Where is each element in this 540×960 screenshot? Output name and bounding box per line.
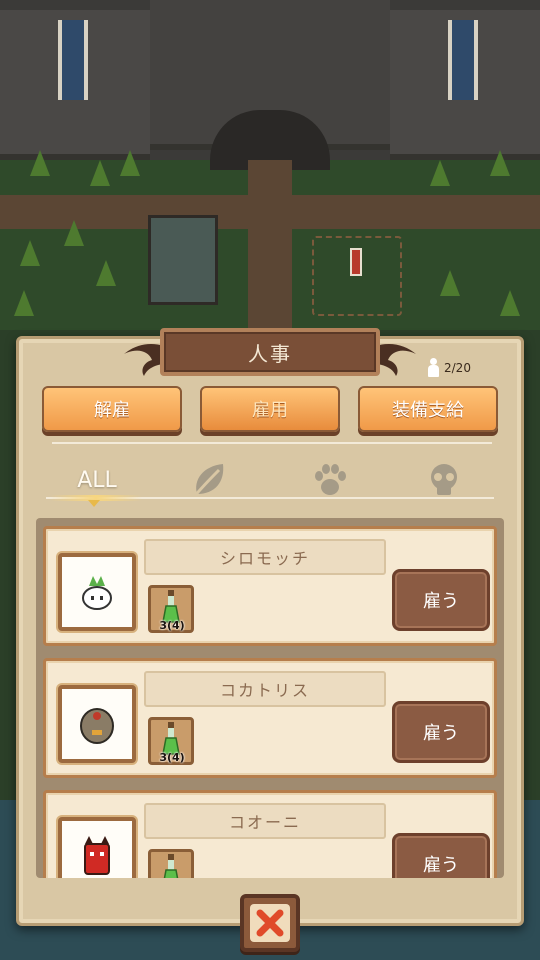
village-house <box>148 215 218 305</box>
person-icon <box>426 358 440 378</box>
monster-portrait <box>58 685 136 763</box>
monster-portrait <box>58 817 136 878</box>
white-mochi-icon <box>82 576 112 610</box>
tabs-divider <box>52 442 492 444</box>
hire-button[interactable]: 雇う <box>392 569 490 631</box>
monster-name: コカトリス <box>144 671 386 707</box>
dialog-title: 人事 <box>160 328 380 376</box>
staff-count: 2/20 <box>444 361 471 375</box>
close-button[interactable] <box>240 894 300 952</box>
filter-undead[interactable] <box>422 458 466 502</box>
item-count: 3(4) <box>159 619 185 632</box>
potion-bottle-icon <box>163 854 179 878</box>
filter-beast[interactable] <box>308 458 352 502</box>
filter-plant[interactable] <box>188 458 232 502</box>
monster-portrait <box>58 553 136 631</box>
required-item-slot <box>148 849 194 878</box>
monster-list[interactable]: シロモッチ 3(4) 雇う コカトリス 3(4) 雇う コオーニ 雇う <box>36 518 504 878</box>
close-x-icon <box>256 909 284 937</box>
filter-active-caret <box>88 500 100 508</box>
item-count: 3(4) <box>159 751 185 764</box>
paw-icon <box>315 464 346 495</box>
castle-banner-right <box>448 20 478 100</box>
castle-banner-left <box>58 20 88 100</box>
castle <box>0 0 540 170</box>
staff-counter: 2/20 <box>426 358 471 378</box>
leaf-icon <box>191 464 224 499</box>
monster-name: シロモッチ <box>144 539 386 575</box>
cockatrice-egg-icon <box>80 708 114 744</box>
red-oni-icon <box>84 836 110 875</box>
monster-card-cockatrice: コカトリス 3(4) 雇う <box>43 658 497 778</box>
skull-icon <box>431 464 457 495</box>
plaza-flag <box>350 248 362 276</box>
monster-card-shiromocchi: シロモッチ 3(4) 雇う <box>43 526 497 646</box>
hire-button[interactable]: 雇う <box>392 833 490 878</box>
monster-card-kooni: コオーニ 雇う <box>43 790 497 878</box>
dismiss-button[interactable]: 解雇 <box>42 386 182 432</box>
hire-button[interactable]: 雇う <box>392 701 490 763</box>
hire-tab-button[interactable]: 雇用 <box>200 386 340 432</box>
close-button-face <box>250 904 290 942</box>
equipment-supply-button[interactable]: 装備支給 <box>358 386 498 432</box>
monster-name: コオーニ <box>144 803 386 839</box>
